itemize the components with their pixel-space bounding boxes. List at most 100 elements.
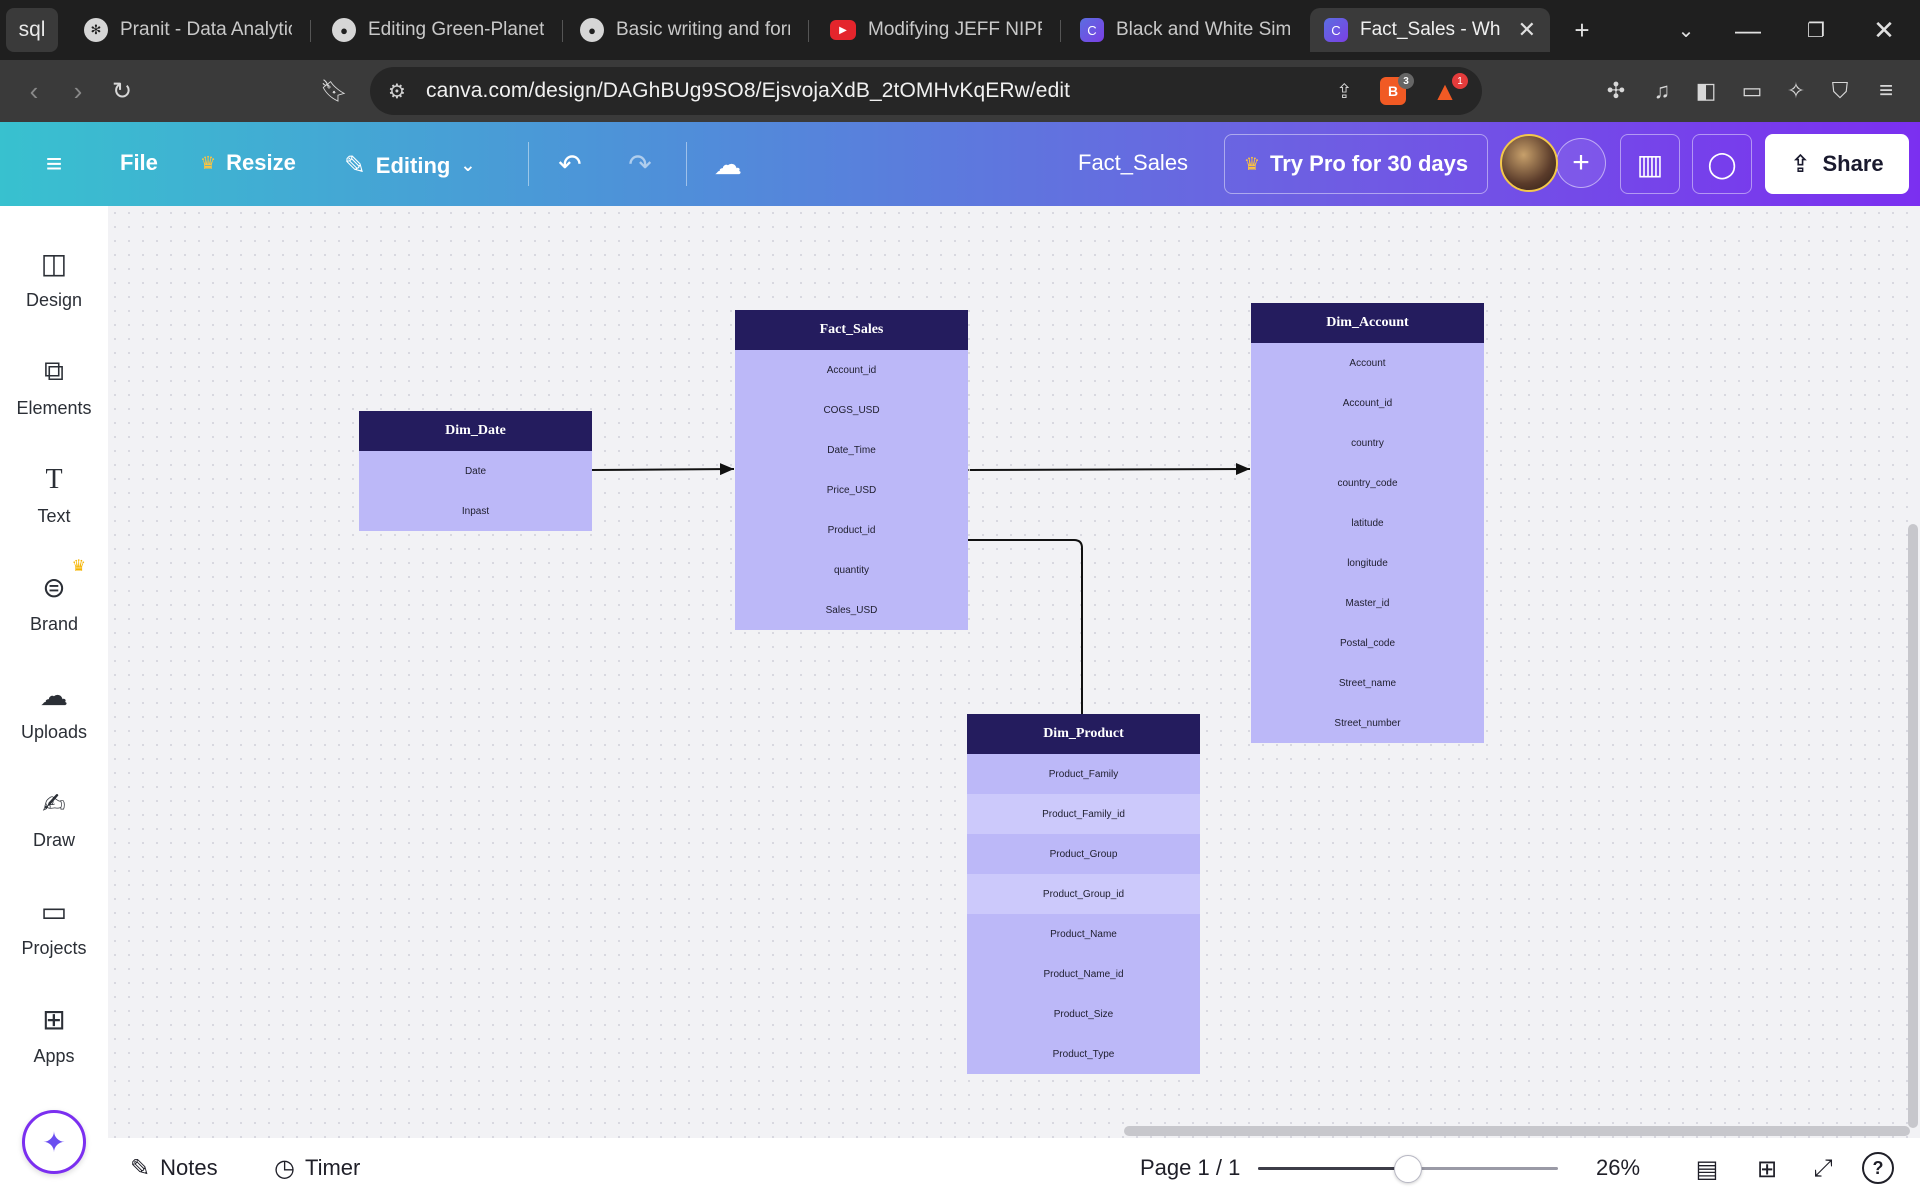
canva-icon: C [1324,18,1348,42]
design-icon: ◫ [40,248,68,279]
avatar[interactable] [1500,134,1558,192]
bookmark-icon[interactable]: 🔖︎ [316,73,352,109]
page-view-icon[interactable]: ▤ [1690,1152,1724,1186]
upload-cloud-icon: ☁ [40,680,68,711]
document-title[interactable]: Fact_Sales [1078,150,1188,176]
undo-icon[interactable]: ↶ [552,146,588,182]
extensions-icon[interactable]: ✣ [1598,73,1634,109]
sidebar-item-text[interactable]: T Text [0,446,108,542]
main-menu-icon[interactable]: ≡ [36,146,72,182]
table-field: Master_id [1345,597,1390,609]
vertical-scrollbar[interactable] [1908,524,1918,1128]
help-icon[interactable]: ? [1862,1152,1894,1184]
page-indicator[interactable]: Page 1 / 1 [1140,1152,1240,1184]
table-title: Dim_Product [967,714,1200,754]
draw-pen-icon: ✍ [42,788,66,819]
comments-icon[interactable]: ◯ [1692,134,1752,194]
chevron-down-icon: ⌄ [460,155,476,175]
timer-button[interactable]: ◷ Timer [274,1152,360,1184]
tab-sql[interactable]: sql [6,8,58,52]
back-icon[interactable]: ‹ [16,73,52,109]
tab-title: Fact_Sales - White [1360,19,1500,40]
forward-icon[interactable]: › [60,73,96,109]
table-field: latitude [1351,517,1384,529]
magic-sparkle-icon[interactable]: ✦ [22,1110,86,1174]
sidebar-toggle-icon[interactable]: ◧ [1688,73,1724,109]
table-dim-product[interactable]: Dim_Product Product_Family Product_Famil… [967,714,1200,1074]
redo-icon[interactable]: ↷ [622,146,658,182]
tab-separator [310,20,311,42]
analytics-chart-icon[interactable]: ▥ [1620,134,1680,194]
share-page-icon[interactable]: ⇪ [1336,79,1353,104]
brave-rewards-icon[interactable]: ▲ 1 [1430,73,1468,106]
sidebar-item-uploads[interactable]: ☁ Uploads [0,662,108,758]
horizontal-scrollbar[interactable] [1124,1126,1910,1136]
table-field: Product_Family [1048,768,1119,780]
sidebar-item-label: Elements [16,397,92,418]
zoom-level[interactable]: 26% [1596,1152,1640,1184]
browser-menu-icon[interactable]: ≡ [1868,73,1904,109]
table-dim-account[interactable]: Dim_Account Account Account_id country c… [1251,303,1484,743]
table-field: quantity [833,564,870,576]
leo-ai-icon[interactable]: ✧ [1778,73,1814,109]
vpn-icon[interactable]: ⛉ [1822,73,1858,109]
table-title: Dim_Account [1251,303,1484,343]
share-button[interactable]: ⇪ Share [1765,134,1909,194]
resize-button[interactable]: ♛ Resize [200,150,296,176]
table-field: Product_Name_id [1043,968,1124,980]
table-field: Product_Type [1052,1048,1115,1060]
table-field: Account_id [826,364,877,376]
table-field: country_code [1337,477,1398,489]
notes-label: Notes [160,1155,218,1180]
editor-footer: ✎ Notes ◷ Timer Page 1 / 1 26% ▤ ⊞ ⤢ ? [108,1138,1920,1198]
sidebar-item-label: Brand [29,613,79,634]
tab-search-chevron-icon[interactable]: ⌄ [1668,12,1704,48]
try-pro-label: Try Pro for 30 days [1270,151,1469,176]
fullscreen-icon[interactable]: ⤢ [1806,1152,1840,1186]
tab-data-analytics[interactable]: ✻ Pranit - Data Analytics [70,8,306,52]
table-fact-sales[interactable]: Fact_Sales Account_id COGS_USD Date_Time… [735,310,968,630]
tab-youtube[interactable]: ▶ Modifying JEFF NIPPA [816,8,1056,52]
minimize-icon[interactable]: — [1730,12,1766,48]
close-tab-icon[interactable]: ✕ [1518,17,1536,43]
tab-separator [562,20,563,42]
table-title: Dim_Date [359,411,592,451]
tab-basic-writing[interactable]: ● Basic writing and form [566,8,804,52]
table-field: Product_Name [1050,928,1117,940]
file-menu[interactable]: File [120,150,158,176]
table-dim-date[interactable]: Dim_Date Date Inpast [359,411,592,531]
zoom-slider-handle[interactable] [1393,1155,1422,1183]
crown-icon: ♛ [200,152,217,173]
sidebar-item-draw[interactable]: ✍ Draw [0,770,108,866]
site-settings-icon[interactable]: ⚙ [388,79,406,104]
wallet-icon[interactable]: ▭ [1734,73,1770,109]
notes-button[interactable]: ✎ Notes [130,1152,218,1184]
cloud-saved-icon[interactable]: ☁ [710,146,746,182]
new-tab-icon[interactable]: + [1564,12,1600,48]
try-pro-button[interactable]: ♛ Try Pro for 30 days [1224,134,1488,194]
sidebar-item-design[interactable]: ◫ Design [0,230,108,326]
sidebar-item-elements[interactable]: ⧉ Elements [0,338,108,434]
crown-icon: ♛ [71,557,86,575]
table-field: Product_Group_id [967,874,1200,914]
restore-icon[interactable]: ❐ [1798,12,1834,48]
brave-shields-icon[interactable]: B 3 [1380,73,1414,105]
left-sidebar: ◫ Design ⧉ Elements T Text ⊜ ♛ Brand ☁ U… [0,206,108,1198]
reload-icon[interactable]: ↻ [104,73,140,109]
media-icon[interactable]: ♫ [1644,73,1680,109]
brand-icon: ⊜ ♛ [42,557,86,604]
close-window-icon[interactable]: ✕ [1866,12,1902,48]
tab-fact-sales[interactable]: C Fact_Sales - White ✕ [1310,8,1550,52]
pencil-icon: ✎ [344,150,366,180]
table-field: Account_id [1342,397,1393,409]
invite-plus-icon[interactable]: + [1556,138,1606,188]
openai-icon: ✻ [84,18,108,42]
sidebar-item-apps[interactable]: ⊞ Apps [0,986,108,1082]
tab-black-white[interactable]: C Black and White Simp [1066,8,1304,52]
tab-green-planet[interactable]: ● Editing Green-Planet- [318,8,558,52]
editing-mode-dropdown[interactable]: ✎ Editing ⌄ [344,150,475,181]
sidebar-item-projects[interactable]: ▭ Projects [0,878,108,974]
sidebar-item-brand[interactable]: ⊜ ♛ Brand [0,554,108,650]
address-bar[interactable]: ⚙ canva.com/design/DAGhBUg9SO8/EjsvojaXd… [370,67,1482,115]
grid-view-icon[interactable]: ⊞ [1750,1152,1784,1186]
